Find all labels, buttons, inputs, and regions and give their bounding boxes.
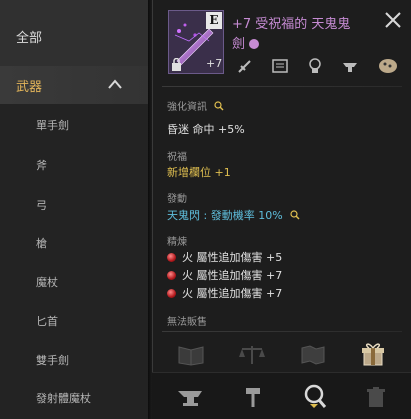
search-icon[interactable] — [214, 101, 224, 111]
fire-essence-icon — [167, 288, 176, 298]
category-weapons-label: 武器 — [16, 80, 43, 95]
anvil-icon[interactable] — [176, 385, 204, 409]
search-icon[interactable] — [290, 210, 300, 220]
subcategory-item[interactable]: 匕首 — [36, 313, 58, 329]
divider — [162, 331, 402, 332]
subcategory-item[interactable]: 槍 — [36, 235, 47, 251]
grade-badge: E — [206, 12, 222, 29]
scale-icon[interactable] — [237, 343, 267, 367]
subcategory-item[interactable]: 斧 — [36, 157, 47, 173]
trash-icon[interactable] — [362, 385, 390, 409]
blessing-label: 祝福 — [167, 152, 187, 163]
subcategory-list — [0, 104, 148, 419]
divider — [162, 86, 402, 87]
card-icon[interactable] — [270, 56, 290, 76]
category-all-label: 全部 — [16, 31, 43, 46]
subcategory-item[interactable]: 發射體魔杖 — [36, 390, 91, 406]
subcategory-item[interactable]: 弓 — [36, 197, 47, 213]
essence-label: 精煉 — [167, 237, 187, 248]
enhance-level-badge: +7 — [206, 57, 223, 70]
essence-text: 火 屬性追加傷害 +7 — [182, 287, 283, 300]
category-all[interactable]: 全部 — [0, 0, 148, 66]
fire-essence-icon — [167, 270, 176, 280]
map-icon[interactable] — [298, 343, 328, 367]
gift-box-icon[interactable] — [358, 339, 388, 369]
search-icon[interactable] — [300, 382, 330, 410]
trigger-value: 天鬼閃 : 發動機率 10% — [167, 207, 300, 223]
essence-row: 火 屬性追加傷害 +7 — [167, 267, 282, 283]
enchant-icon[interactable] — [305, 56, 325, 76]
unsellable-note: 無法販售 — [167, 317, 207, 328]
essence-row: 火 屬性追加傷害 +5 — [167, 249, 282, 265]
enhance-info-label: 強化資訊 — [167, 98, 224, 113]
fire-essence-icon — [167, 252, 176, 262]
enhance-info-value: 昏迷 命中 +5% — [167, 123, 245, 136]
close-icon[interactable] — [383, 10, 403, 30]
essence-row: 火 屬性追加傷害 +7 — [167, 285, 282, 301]
blessing-value: 新增欄位 +1 — [167, 166, 231, 179]
subcategory-item[interactable]: 魔杖 — [36, 274, 58, 290]
trigger-label: 發動 — [167, 194, 187, 205]
subcategory-item[interactable]: 雙手劍 — [36, 352, 69, 368]
chevron-up-icon[interactable] — [107, 77, 123, 91]
pouch-icon[interactable] — [376, 52, 400, 76]
blessed-mark-icon — [249, 38, 260, 49]
lock-icon — [172, 58, 181, 71]
anvil-icon[interactable] — [340, 56, 360, 76]
trigger-value-text: 天鬼閃 : 發動機率 10% — [167, 209, 283, 222]
enhance-info-label-text: 強化資訊 — [167, 102, 207, 113]
category-weapons[interactable]: 武器 — [0, 66, 148, 104]
hammer-icon[interactable] — [240, 385, 268, 409]
essence-text: 火 屬性追加傷害 +5 — [182, 251, 283, 264]
essence-text: 火 屬性追加傷害 +7 — [182, 269, 283, 282]
book-icon[interactable] — [176, 343, 206, 367]
dagger-icon[interactable] — [235, 56, 255, 76]
subcategory-item[interactable]: 單手劍 — [36, 117, 69, 133]
item-title: +7 受祝福的 天鬼鬼劍 — [232, 15, 362, 55]
